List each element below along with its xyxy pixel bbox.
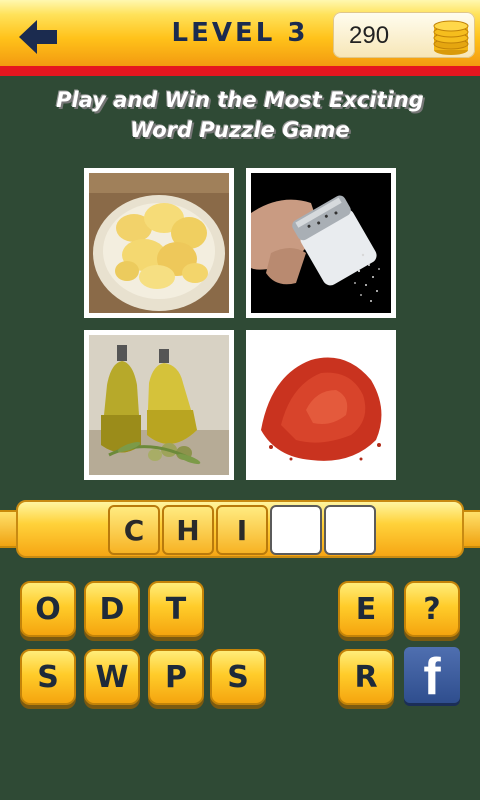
letter-key[interactable]: T [148, 581, 204, 637]
tagline-line-2: Word Puzzle Game [130, 118, 350, 142]
answer-slot-2[interactable]: H [162, 505, 214, 555]
hint-button[interactable]: ? [404, 581, 460, 637]
chili-powder-image [251, 335, 391, 475]
level-title: LEVEL 3 [171, 18, 309, 48]
olive-oil-image [89, 335, 229, 475]
answer-slots: C H I [108, 505, 378, 555]
answer-bar: C H I [0, 500, 480, 560]
salt-shaker-image [251, 173, 391, 313]
letter-key[interactable]: R [338, 649, 394, 705]
letter-key[interactable]: P [148, 649, 204, 705]
photo-salt-shaker [246, 168, 396, 318]
letter-key[interactable]: O [20, 581, 76, 637]
letter-key[interactable]: D [84, 581, 140, 637]
potato-chips-image [89, 173, 229, 313]
letter-key[interactable]: S [20, 649, 76, 705]
coin-stack-icon [433, 20, 469, 55]
answer-slot-4[interactable] [270, 505, 322, 555]
answer-slot-1[interactable]: C [108, 505, 160, 555]
facebook-icon: f [423, 648, 441, 703]
letter-key[interactable]: E [338, 581, 394, 637]
back-button[interactable] [14, 14, 64, 60]
answer-slot-5[interactable] [324, 505, 376, 555]
tagline-line-1: Play and Win the Most Exciting [56, 88, 424, 112]
coin-count: 290 [349, 22, 390, 49]
arrow-left-icon [19, 20, 57, 54]
letter-key[interactable]: S [210, 649, 266, 705]
coin-counter: 290 [333, 12, 475, 58]
letter-key[interactable]: W [84, 649, 140, 705]
tagline: Play and Win the Most Exciting Word Puzz… [0, 85, 480, 145]
answer-slot-3[interactable]: I [216, 505, 268, 555]
photo-olive-oil [84, 330, 234, 480]
top-bar: LEVEL 3 290 [0, 0, 480, 76]
photo-chili-powder [246, 330, 396, 480]
facebook-share-button[interactable]: f [404, 647, 460, 703]
photo-potato-chips [84, 168, 234, 318]
